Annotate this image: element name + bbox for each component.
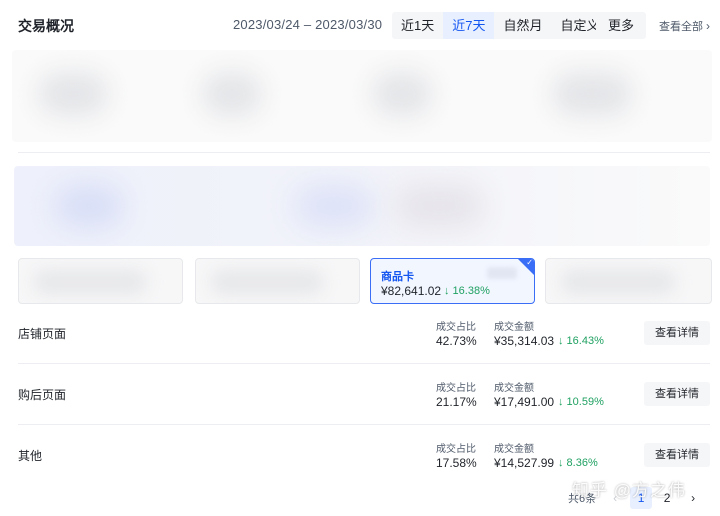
amount-value: ¥17,491.00 bbox=[494, 395, 555, 409]
share-label: 成交占比 bbox=[436, 383, 476, 394]
amount-change: ↓ 10.59% bbox=[558, 396, 604, 408]
blurred-card[interactable] bbox=[545, 258, 712, 304]
more-button[interactable]: 更多 bbox=[596, 12, 646, 39]
view-details-button[interactable]: 查看详情 bbox=[644, 443, 710, 467]
blurred-metrics-band bbox=[12, 50, 712, 142]
pagination-total: 共6条 bbox=[568, 493, 597, 505]
blurred-chip bbox=[487, 267, 517, 279]
range-tab-month[interactable]: 自然月 bbox=[494, 12, 552, 39]
share-label: 成交占比 bbox=[436, 444, 476, 455]
product-card-channel[interactable]: 商品卡 ¥82,641.02 ↓ 16.38% ✓ bbox=[370, 258, 535, 304]
amount-value: ¥35,314.03 bbox=[494, 334, 555, 348]
range-tab-1d[interactable]: 近1天 bbox=[392, 12, 444, 39]
table-row: 购后页面 成交占比 21.17% 成交金额 ¥17,491.00 ↓ 10.59… bbox=[18, 364, 712, 424]
page-title: 交易概况 bbox=[18, 18, 74, 34]
pagination: 共6条 ‹ 1 2 › bbox=[568, 486, 708, 510]
header: 交易概况 2023/03/24 – 2023/03/30 近1天 近7天 自然月… bbox=[0, 0, 720, 50]
blurred-chart-band bbox=[14, 166, 710, 246]
card-label: 商品卡 bbox=[381, 271, 414, 283]
view-details-button[interactable]: 查看详情 bbox=[644, 382, 710, 406]
share-label: 成交占比 bbox=[436, 322, 476, 333]
amount-label: 成交金额 bbox=[494, 383, 534, 394]
view-all-link[interactable]: 查看全部 › bbox=[659, 18, 710, 34]
share-value: 17.58% bbox=[436, 456, 477, 470]
row-name: 店铺页面 bbox=[18, 327, 67, 341]
card-change: ↓ 16.38% bbox=[444, 285, 490, 297]
row-name: 购后页面 bbox=[18, 388, 67, 402]
share-value: 21.17% bbox=[436, 395, 477, 409]
table-row: 店铺页面 成交占比 42.73% 成交金额 ¥35,314.03 ↓ 16.43… bbox=[18, 303, 712, 363]
range-tab-7d[interactable]: 近7天 bbox=[443, 12, 495, 39]
chevron-right-icon: › bbox=[706, 19, 710, 33]
page-1-button[interactable]: 1 bbox=[630, 487, 653, 509]
range-tabs: 近1天 近7天 自然月 自定义 bbox=[392, 12, 609, 39]
amount-change: ↓ 16.43% bbox=[558, 335, 604, 347]
amount-label: 成交金额 bbox=[494, 322, 534, 333]
amount-label: 成交金额 bbox=[494, 444, 534, 455]
page-2-button[interactable]: 2 bbox=[656, 487, 678, 509]
prev-page-button[interactable]: ‹ bbox=[604, 487, 626, 509]
view-all-label: 查看全部 bbox=[659, 21, 703, 33]
date-range: 2023/03/24 – 2023/03/30 bbox=[233, 17, 383, 32]
share-value: 42.73% bbox=[436, 334, 477, 348]
channel-cards bbox=[0, 258, 720, 308]
next-page-button[interactable]: › bbox=[682, 487, 704, 509]
amount-value: ¥14,527.99 bbox=[494, 456, 555, 470]
table-row: 其他 成交占比 17.58% 成交金额 ¥14,527.99 ↓ 8.36% 查… bbox=[18, 425, 712, 485]
blurred-card[interactable] bbox=[195, 258, 360, 304]
check-icon: ✓ bbox=[526, 258, 533, 267]
section-divider bbox=[18, 152, 710, 153]
view-details-button[interactable]: 查看详情 bbox=[644, 321, 710, 345]
row-name: 其他 bbox=[18, 449, 43, 463]
amount-change: ↓ 8.36% bbox=[558, 457, 598, 469]
blurred-card[interactable] bbox=[18, 258, 183, 304]
card-value: ¥82,641.02 bbox=[381, 284, 442, 298]
